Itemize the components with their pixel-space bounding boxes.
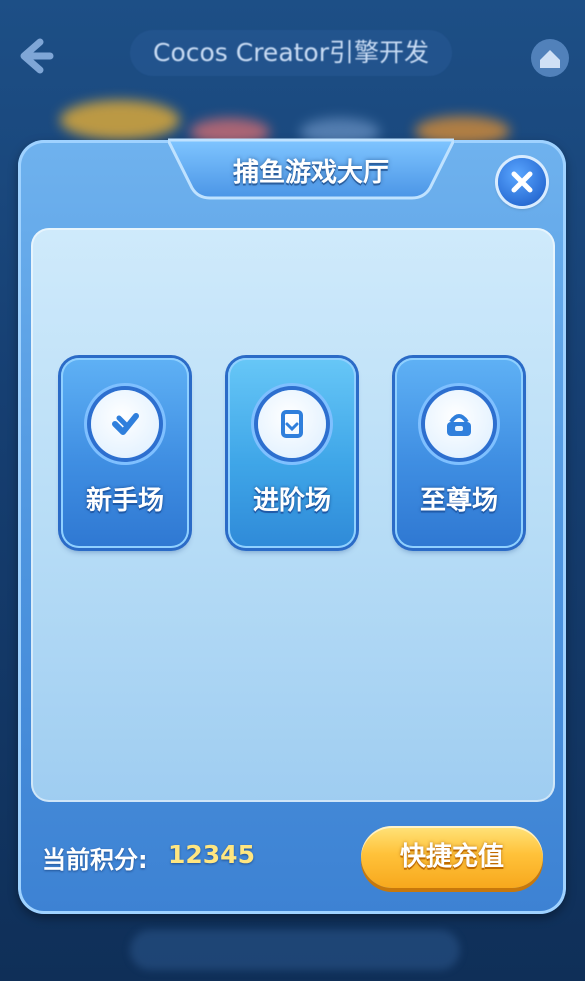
background-glow bbox=[130, 930, 460, 970]
page-title: Cocos Creator引擎开发 bbox=[130, 30, 452, 76]
quick-recharge-button[interactable]: 快捷充值 bbox=[361, 826, 543, 888]
room-label-beginner: 新手场 bbox=[85, 486, 164, 516]
room-card-advanced[interactable]: 进阶场 bbox=[228, 358, 356, 548]
score-value: 12345 bbox=[168, 840, 255, 869]
room-card-supreme[interactable]: 至尊场 bbox=[395, 358, 523, 548]
checkmark-badge-icon bbox=[91, 390, 159, 458]
dialog-title: 捕鱼游戏大厅 bbox=[232, 158, 389, 188]
top-bar: Cocos Creator引擎开发 bbox=[0, 0, 585, 110]
room-card-beginner[interactable]: 新手场 bbox=[61, 358, 189, 548]
close-button[interactable] bbox=[498, 158, 546, 206]
document-badge-icon bbox=[258, 390, 326, 458]
room-label-advanced: 进阶场 bbox=[252, 486, 331, 516]
score-label: 当前积分: bbox=[42, 846, 148, 874]
room-label-supreme: 至尊场 bbox=[419, 486, 498, 516]
home-icon bbox=[531, 39, 569, 77]
home-button[interactable] bbox=[528, 36, 572, 80]
room-list-area: 新手场 进阶场 至尊场 bbox=[31, 228, 555, 802]
treasure-basket-icon bbox=[425, 390, 493, 458]
close-icon bbox=[511, 171, 533, 193]
fishing-lobby-dialog: 捕鱼游戏大厅 新手场 进阶场 至尊场 当前积分: 12345 快捷充值 bbox=[18, 138, 566, 914]
back-button[interactable] bbox=[12, 34, 56, 78]
back-arrow-icon bbox=[20, 38, 54, 74]
